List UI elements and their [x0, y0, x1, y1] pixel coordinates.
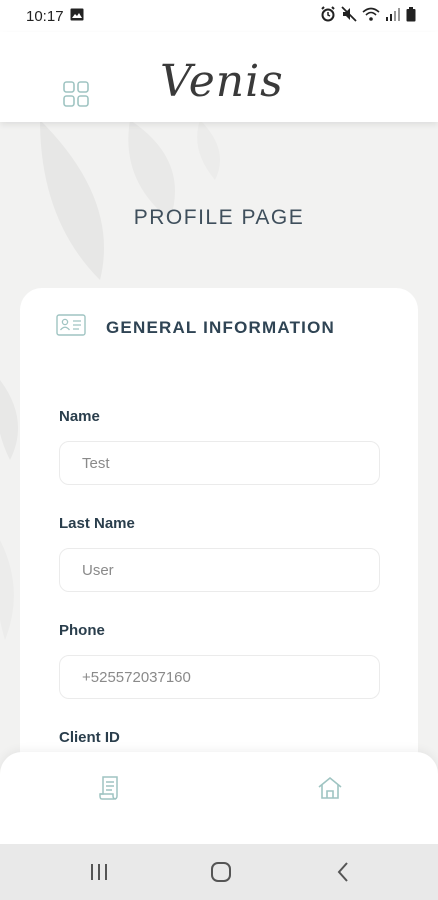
status-bar: 10:17	[0, 0, 438, 32]
id-card-icon	[56, 314, 86, 341]
name-label: Name	[59, 408, 100, 425]
mute-icon	[341, 6, 357, 26]
card-header: GENERAL INFORMATION	[56, 314, 335, 341]
last-name-field[interactable]: User	[59, 548, 380, 592]
gallery-icon	[70, 8, 84, 25]
system-nav-bar	[0, 844, 438, 900]
general-info-card: GENERAL INFORMATION Name Test Last Name …	[20, 288, 418, 808]
phone-label: Phone	[59, 622, 105, 639]
home-icon[interactable]	[316, 774, 344, 802]
wifi-icon	[362, 7, 380, 26]
alarm-icon	[320, 6, 336, 26]
document-icon[interactable]	[96, 774, 124, 802]
status-time: 10:17	[26, 7, 64, 25]
name-field[interactable]: Test	[59, 441, 380, 485]
phone-field[interactable]: +525572037160	[59, 655, 380, 699]
app-header: Venis	[0, 32, 438, 122]
app-logo: Venis	[160, 56, 284, 107]
page-title: PROFILE PAGE	[133, 206, 305, 229]
recents-icon[interactable]	[87, 860, 111, 884]
home-button-icon[interactable]	[209, 860, 233, 884]
back-icon[interactable]	[332, 860, 356, 884]
signal-icon	[385, 7, 401, 25]
bottom-nav	[0, 752, 438, 844]
battery-icon	[406, 6, 416, 26]
card-title: GENERAL INFORMATION	[106, 317, 335, 337]
grid-icon[interactable]	[62, 80, 90, 108]
client-id-label: Client ID	[59, 729, 120, 746]
last-name-label: Last Name	[59, 515, 135, 532]
